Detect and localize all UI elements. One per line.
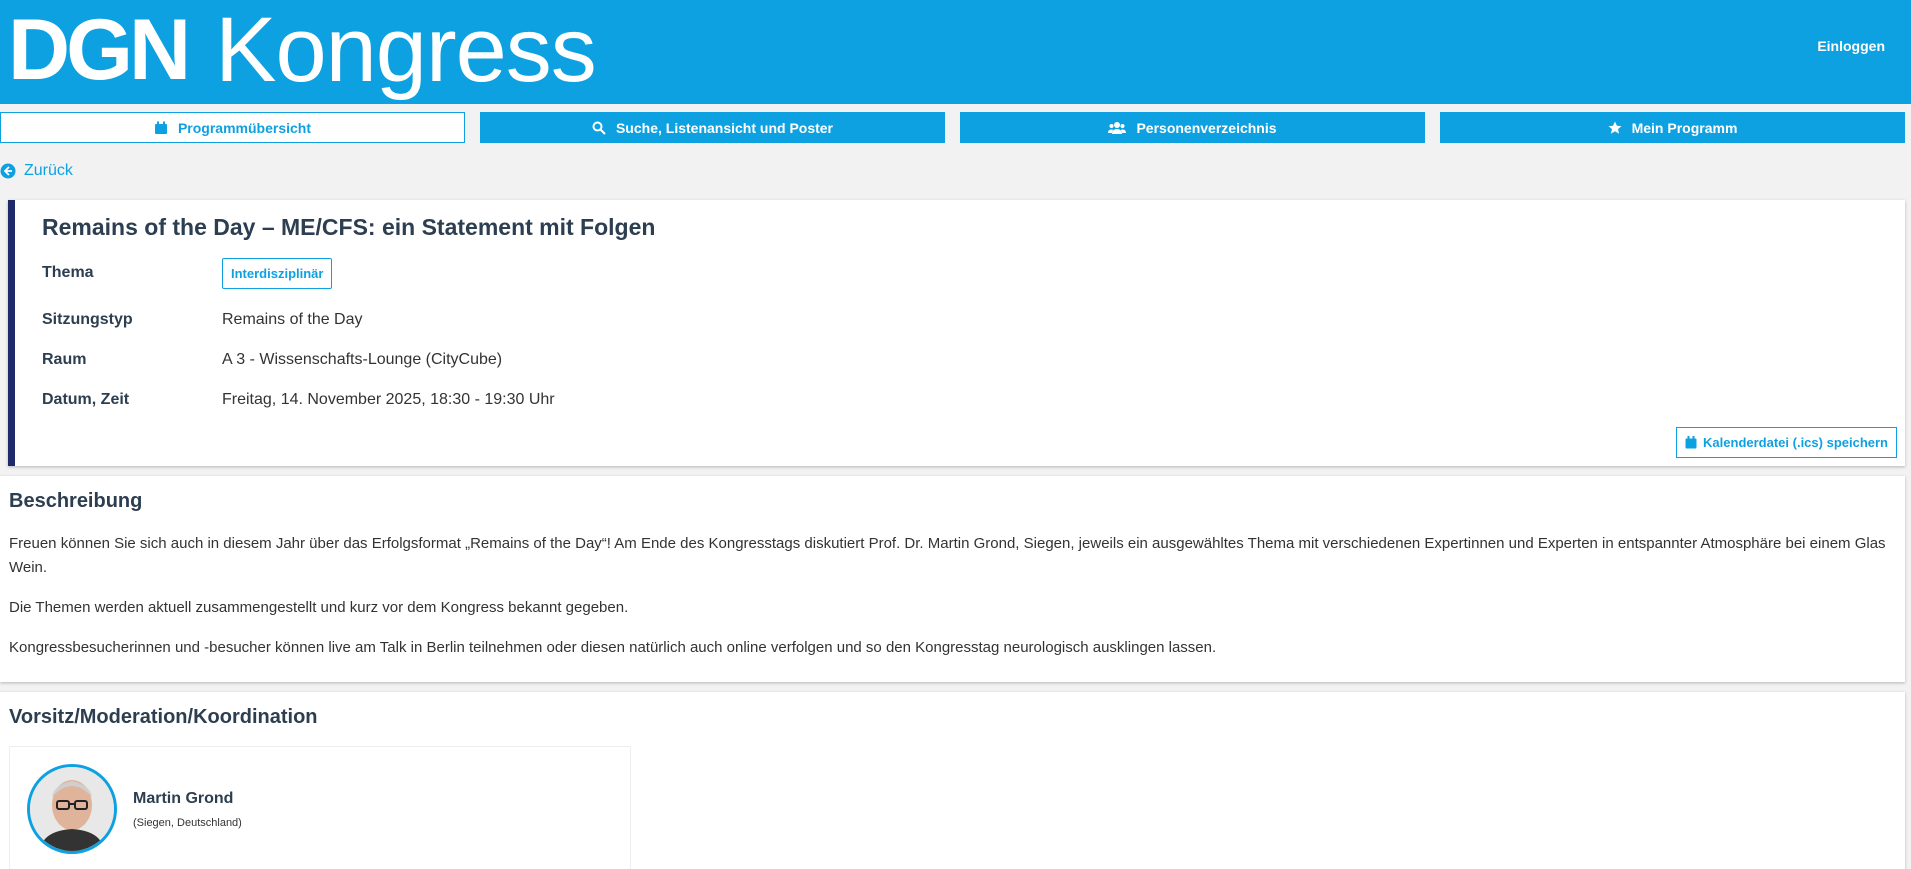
logo-dgn-text: DGN (8, 2, 191, 98)
star-icon (1608, 121, 1622, 134)
nav-programmuebersicht-button[interactable]: Programmübersicht (0, 112, 465, 143)
avatar (27, 764, 117, 854)
nav-label: Personenverzeichnis (1136, 119, 1277, 136)
back-link[interactable]: Zurück (0, 162, 73, 180)
calendar-icon (1685, 436, 1697, 449)
raum-label: Raum (42, 351, 87, 368)
calendar-icon (154, 121, 167, 134)
thema-label: Thema (42, 264, 94, 281)
nav-suche-button[interactable]: Suche, Listenansicht und Poster (480, 112, 945, 143)
moderation-card: Vorsitz/Moderation/Koordination Martin G… (0, 692, 1905, 869)
main-navigation: Programmübersicht Suche, Listenansicht u… (0, 112, 1905, 143)
person-card[interactable]: Martin Grond (Siegen, Deutschland) (9, 746, 631, 869)
person-location: (Siegen, Deutschland) (133, 817, 242, 829)
datum-value: Freitag, 14. November 2025, 18:30 - 19:3… (222, 391, 555, 408)
session-title: Remains of the Day – ME/CFS: ein Stateme… (42, 214, 656, 240)
session-card: Remains of the Day – ME/CFS: ein Stateme… (8, 200, 1905, 466)
back-label: Zurück (24, 162, 73, 179)
login-link[interactable]: Einloggen (1817, 38, 1885, 54)
search-icon (592, 121, 606, 135)
save-ics-button[interactable]: Kalenderdatei (.ics) speichern (1676, 427, 1897, 458)
nav-label: Suche, Listenansicht und Poster (615, 119, 834, 136)
description-card: Beschreibung Freuen können Sie sich auch… (0, 476, 1905, 682)
description-paragraph-2: Die Themen werden aktuell zusammengestel… (9, 599, 629, 616)
sitzungstyp-value: Remains of the Day (222, 311, 363, 328)
raum-value: A 3 - Wissenschafts-Lounge (CityCube) (222, 351, 503, 368)
thema-value: Interdisziplinär (222, 258, 333, 289)
dgn-kongress-logo[interactable]: DGN Kongress (8, 0, 597, 101)
person-name: Martin Grond (133, 790, 234, 807)
sitzungstyp-label: Sitzungstyp (42, 311, 133, 328)
nav-label: Mein Programm (1631, 119, 1738, 136)
moderation-heading: Vorsitz/Moderation/Koordination (9, 706, 318, 728)
save-ics-label: Kalenderdatei (.ics) speichern (1703, 435, 1888, 450)
nav-personenverzeichnis-button[interactable]: Personenverzeichnis (960, 112, 1425, 143)
description-paragraph-1: Freuen können Sie sich auch in diesem Ja… (9, 535, 1886, 576)
logo-kongress-text: Kongress (215, 0, 597, 101)
nav-mein-programm-button[interactable]: Mein Programm (1440, 112, 1905, 143)
thema-tag[interactable]: Interdisziplinär (222, 258, 333, 289)
arrow-circle-left-icon (0, 163, 16, 179)
nav-label: Programmübersicht (177, 119, 312, 136)
users-icon (1108, 121, 1127, 134)
description-heading: Beschreibung (9, 490, 143, 512)
description-paragraph-3: Kongressbesucherinnen und -besucher könn… (9, 639, 1217, 656)
person-photo (30, 767, 114, 851)
datum-label: Datum, Zeit (42, 391, 130, 408)
header: DGN Kongress Einloggen (0, 0, 1911, 104)
